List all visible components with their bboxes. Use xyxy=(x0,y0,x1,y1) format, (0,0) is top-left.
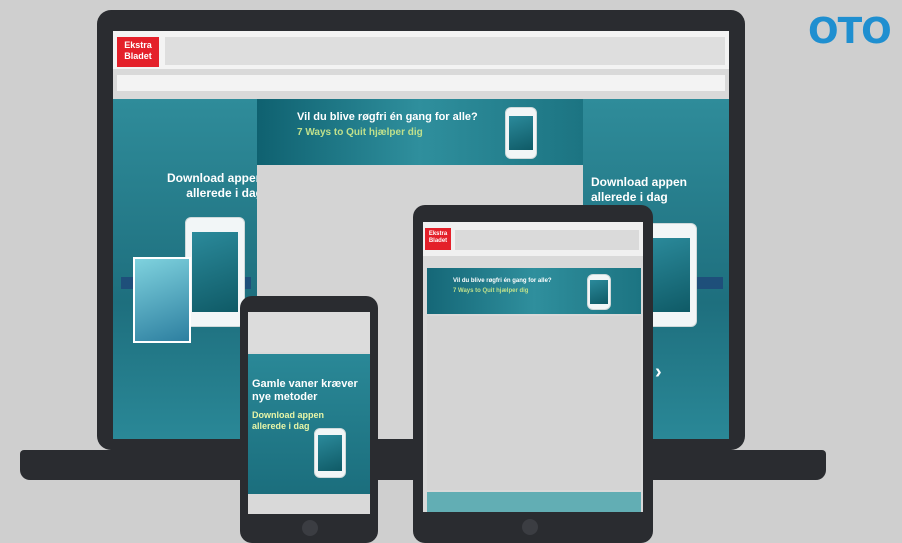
tablet-banner-ad[interactable]: Vil du blive røgfri én gang for alle? 7 … xyxy=(427,268,641,314)
header-ad-slot xyxy=(165,37,725,65)
right-ad-title: Download appen allerede i dag xyxy=(591,175,687,204)
tablet-screen: Ekstra Bladet Vil du blive røgfri én gan… xyxy=(423,222,643,512)
site-nav-bar xyxy=(117,75,725,91)
tablet-header-slot xyxy=(455,230,639,250)
phone-screen: Gamle vaner kræver nye metoder Download … xyxy=(248,312,370,514)
top-banner-ad[interactable]: Vil du blive røgfri én gang for alle? 7 … xyxy=(257,99,583,165)
banner-subline: 7 Ways to Quit hjælper dig xyxy=(297,127,423,138)
left-skyscraper-ad[interactable]: Download appen allerede i dag xyxy=(113,99,263,439)
tablet-banner-headline: Vil du blive røgfri én gang for alle? xyxy=(453,278,552,284)
tablet-site-logo[interactable]: Ekstra Bladet xyxy=(425,228,451,250)
phone-ad[interactable]: Gamle vaner kræver nye metoder Download … xyxy=(248,354,370,494)
left-ad-product-box xyxy=(133,257,191,343)
phone-home-button[interactable] xyxy=(302,520,318,536)
phone-ad-phone-image xyxy=(314,428,346,478)
phone-header xyxy=(248,312,370,352)
tablet-home-button[interactable] xyxy=(522,519,538,535)
tablet-content-area xyxy=(427,316,641,490)
phone-ad-headline: Gamle vaner kræver nye metoder xyxy=(252,378,358,403)
left-ad-title: Download appen allerede i dag xyxy=(167,171,263,200)
tablet-bottom-bar xyxy=(427,492,641,512)
brand-logo: OTO xyxy=(808,11,892,52)
phone-ad-subline: Download appen allerede i dag xyxy=(252,410,324,431)
tablet-banner-subline: 7 Ways to Quit hjælper dig xyxy=(453,288,529,294)
site-header: Ekstra Bladet xyxy=(113,31,729,69)
banner-phone-image xyxy=(505,107,537,159)
site-logo[interactable]: Ekstra Bladet xyxy=(117,37,159,67)
chevron-right-icon[interactable]: › xyxy=(655,361,662,384)
banner-headline: Vil du blive røgfri én gang for alle? xyxy=(297,111,478,123)
left-ad-phone-image xyxy=(185,217,245,327)
tablet-banner-phone-image xyxy=(587,274,611,310)
